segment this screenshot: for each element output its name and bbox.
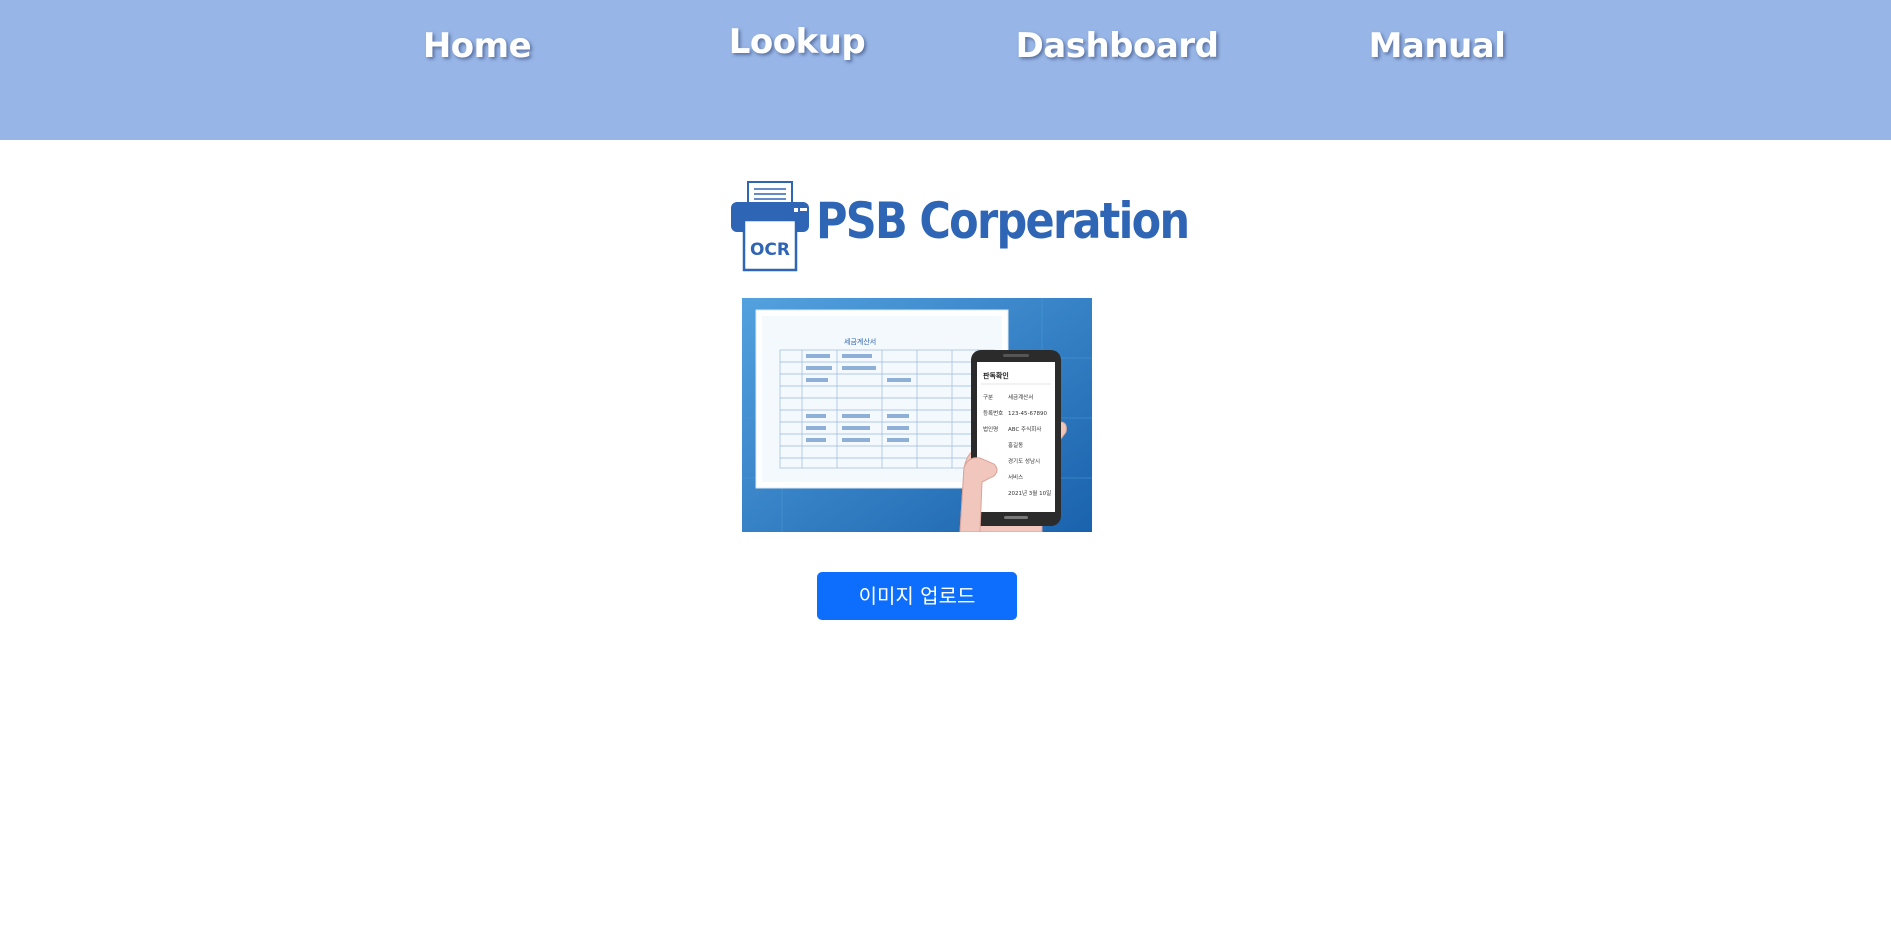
ocr-scan-illustration: 세금계산서 판독확인 구분 세금계산서 등록번호 123-45-67890 법인… <box>742 298 1092 532</box>
phone-field-value: ABC 주식회사 <box>1008 425 1041 433</box>
phone-field-key: 구분 <box>983 394 993 401</box>
phone-field-key: 법인명 <box>983 425 998 433</box>
nav-dashboard-link[interactable]: Dashboard <box>987 26 1247 66</box>
company-logo: OCR PSB Corperation <box>730 180 1190 272</box>
printer-ocr-icon: OCR <box>731 181 809 272</box>
document-title: 세금계산서 <box>844 337 876 346</box>
image-upload-button[interactable]: 이미지 업로드 <box>817 572 1017 620</box>
ocr-label: OCR <box>750 240 790 260</box>
phone-field-value: 세금계산서 <box>1008 393 1033 401</box>
ocr-illustration: 세금계산서 판독확인 구분 세금계산서 등록번호 123-45-67890 법인… <box>742 298 1092 532</box>
phone-field-value: 서비스 <box>1008 473 1023 481</box>
top-navbar: Home Lookup Dashboard Manual <box>0 0 1891 140</box>
nav-manual-link[interactable]: Manual <box>1307 26 1567 66</box>
phone-field-value: 경기도 성남시 <box>1008 457 1040 465</box>
phone-field-value: 홍길동 <box>1008 441 1023 449</box>
phone-screen-title: 판독확인 <box>983 371 1009 380</box>
nav-home-link[interactable]: Home <box>347 26 607 66</box>
company-name: PSB Corperation <box>816 192 1190 250</box>
nav-lookup-link[interactable]: Lookup <box>667 22 927 62</box>
phone-field-key: 등록번호 <box>983 409 1003 417</box>
phone-field-value: 123-45-67890 <box>1008 411 1047 417</box>
phone-field-value: 2021년 3월 10일 <box>1008 489 1051 497</box>
